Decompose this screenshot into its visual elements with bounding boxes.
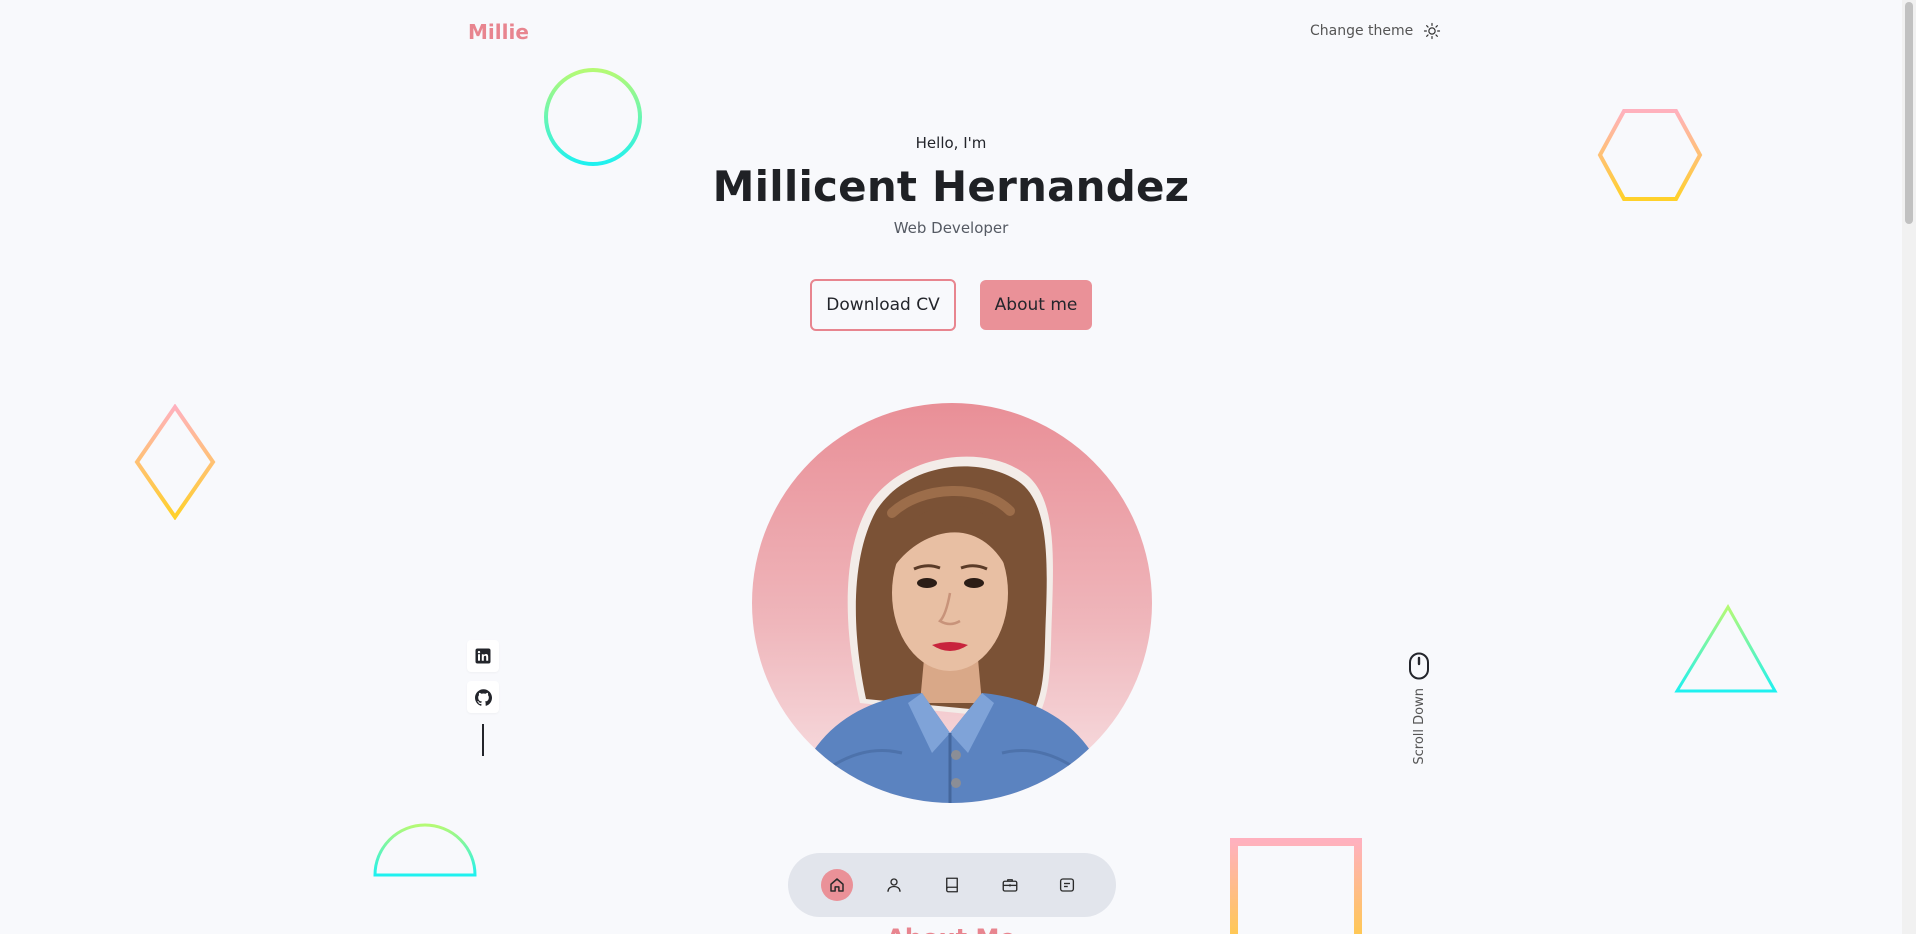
site-logo[interactable]: Millie [468, 20, 529, 44]
nav-contact[interactable] [1051, 869, 1083, 901]
hero-name: Millicent Hernandez [712, 162, 1190, 211]
about-me-button[interactable]: About me [980, 280, 1092, 330]
nav-skills[interactable] [936, 869, 968, 901]
message-icon [1060, 878, 1075, 892]
scroll-down-label: Scroll Down [1411, 688, 1427, 765]
page: Millie Change theme Hello, I'm Millicent… [0, 0, 1916, 934]
scroll-down-link[interactable]: Scroll Down [1408, 652, 1430, 765]
book-icon [946, 877, 958, 893]
avatar-portrait [792, 456, 1112, 803]
nav-home[interactable] [820, 869, 853, 901]
github-link[interactable] [467, 681, 499, 713]
circle-shape [544, 68, 642, 166]
next-section-title: About Me [0, 924, 1902, 934]
avatar [752, 403, 1152, 803]
sun-icon [1424, 22, 1441, 40]
github-icon [474, 688, 492, 706]
change-theme-button[interactable]: Change theme [1310, 22, 1441, 40]
briefcase-icon [1002, 879, 1018, 892]
triangle-shape [1674, 604, 1778, 693]
social-divider-line [482, 724, 484, 756]
user-icon [887, 878, 902, 892]
scrollbar-thumb[interactable] [1905, 2, 1913, 224]
social-links [467, 640, 499, 756]
linkedin-icon [475, 648, 491, 664]
hero-role: Web Developer [893, 219, 1009, 237]
greeting-text: Hello, I'm [915, 134, 987, 152]
nav-portfolio[interactable] [994, 869, 1026, 901]
nav-about[interactable] [878, 869, 910, 901]
semicircle-shape [373, 823, 477, 877]
theme-toggle-label: Change theme [1310, 23, 1414, 39]
square-shape [1230, 838, 1362, 934]
diamond-shape [134, 404, 216, 520]
download-cv-button[interactable]: Download CV [810, 279, 956, 331]
bottom-nav [788, 853, 1116, 917]
home-icon [830, 878, 844, 892]
linkedin-link[interactable] [467, 640, 499, 672]
mouse-icon [1409, 652, 1429, 680]
